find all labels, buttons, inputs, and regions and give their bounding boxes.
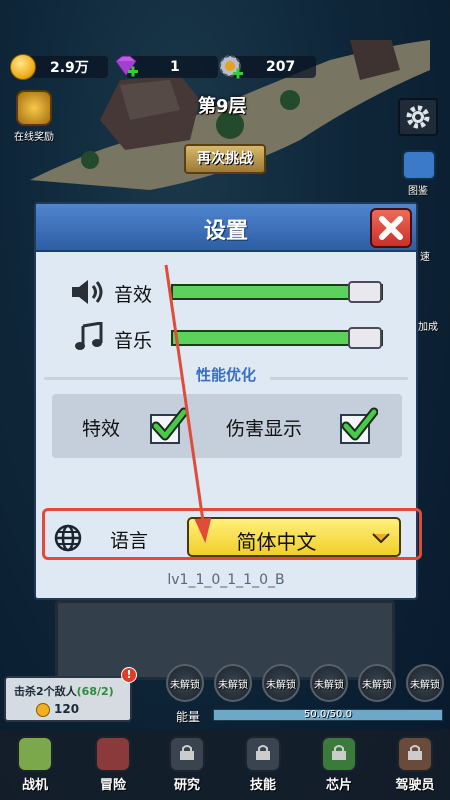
parts-value: 207	[266, 59, 296, 75]
nav-research[interactable]: 研究	[156, 730, 218, 800]
notification-badge: !	[121, 667, 137, 683]
level-title: 第9层	[198, 96, 247, 117]
damage-display-checkbox[interactable]	[340, 407, 378, 444]
music-slider-handle[interactable]	[347, 327, 382, 349]
effects-label: 特效	[82, 418, 121, 440]
checkmark-icon	[341, 407, 378, 441]
gem-plus-icon[interactable]	[112, 55, 140, 79]
lock-icon	[180, 745, 194, 760]
boost-label: 加成	[418, 322, 438, 333]
nav-adventure[interactable]: 冒险	[82, 730, 144, 800]
skill-slot-2[interactable]: 未解锁	[214, 664, 252, 702]
language-highlight-annotation	[42, 508, 422, 560]
dialog-header: 设置	[36, 204, 416, 252]
parts-counter[interactable]: 207	[218, 54, 318, 80]
task-reward: 120	[54, 702, 80, 716]
sound-slider[interactable]	[171, 281, 383, 303]
money-bag-icon	[16, 90, 52, 126]
coin-icon	[10, 54, 36, 80]
task-progress: (68/2)	[76, 685, 114, 698]
nav-chip[interactable]: 芯片	[308, 730, 370, 800]
codex-label: 图鉴	[408, 186, 428, 197]
task-text: 击杀2个敌人	[14, 685, 77, 698]
sound-label: 音效	[114, 284, 153, 306]
effects-checkbox[interactable]	[150, 407, 188, 444]
online-reward-button[interactable]: 在线奖励	[8, 90, 60, 143]
retry-button[interactable]: 再次挑战	[184, 144, 266, 174]
dialog-title: 设置	[203, 219, 248, 244]
nav-skills[interactable]: 技能	[232, 730, 294, 800]
energy-value: 50.0/50.0	[304, 709, 352, 720]
lock-icon	[332, 745, 346, 760]
coin-value: 2.9万	[50, 60, 89, 76]
energy-label: 能量	[176, 710, 201, 724]
skill-slot-3[interactable]: 未解锁	[262, 664, 300, 702]
performance-options: 特效 伤害显示	[52, 394, 402, 458]
sound-slider-handle[interactable]	[347, 281, 382, 303]
skill-slot-1[interactable]: 未解锁	[166, 664, 204, 702]
nav-fighter[interactable]: 战机	[4, 730, 66, 800]
music-slider[interactable]	[171, 327, 383, 349]
gem-counter[interactable]: 1	[112, 54, 220, 80]
fighter-plane-icon	[17, 736, 53, 772]
lock-icon	[408, 745, 422, 760]
lock-icon	[256, 745, 270, 760]
checkmark-icon	[151, 407, 188, 441]
skill-slot-4[interactable]: 未解锁	[310, 664, 348, 702]
music-note-icon	[75, 322, 103, 350]
gear-icon	[406, 105, 430, 129]
performance-section-title: 性能优化	[181, 364, 270, 385]
coin-counter: 2.9万	[10, 54, 110, 80]
version-text: lv1_1_0_1_1_0_B	[167, 572, 285, 588]
adventure-icon	[95, 736, 131, 772]
gem-value: 1	[170, 59, 180, 75]
codex-icon[interactable]	[402, 150, 436, 180]
skill-slot-6[interactable]: 未解锁	[406, 664, 444, 702]
close-button[interactable]	[370, 208, 412, 248]
coin-icon	[36, 703, 50, 717]
speaker-icon	[72, 280, 103, 304]
skill-slot-5[interactable]: 未解锁	[358, 664, 396, 702]
close-icon	[379, 216, 403, 240]
bottom-nav: 战机 冒险 研究 技能 芯片 驾驶员	[0, 730, 450, 800]
kill-task-panel[interactable]: 击杀2个敌人(68/2) 120	[4, 676, 132, 722]
music-label: 音乐	[114, 330, 153, 352]
damage-display-label: 伤害显示	[226, 418, 303, 440]
settings-button[interactable]	[398, 98, 438, 136]
speed-label: 速	[420, 252, 430, 263]
online-reward-label: 在线奖励	[14, 132, 54, 143]
nav-pilot[interactable]: 驾驶员	[384, 730, 446, 800]
gear-plus-icon[interactable]	[218, 54, 244, 80]
